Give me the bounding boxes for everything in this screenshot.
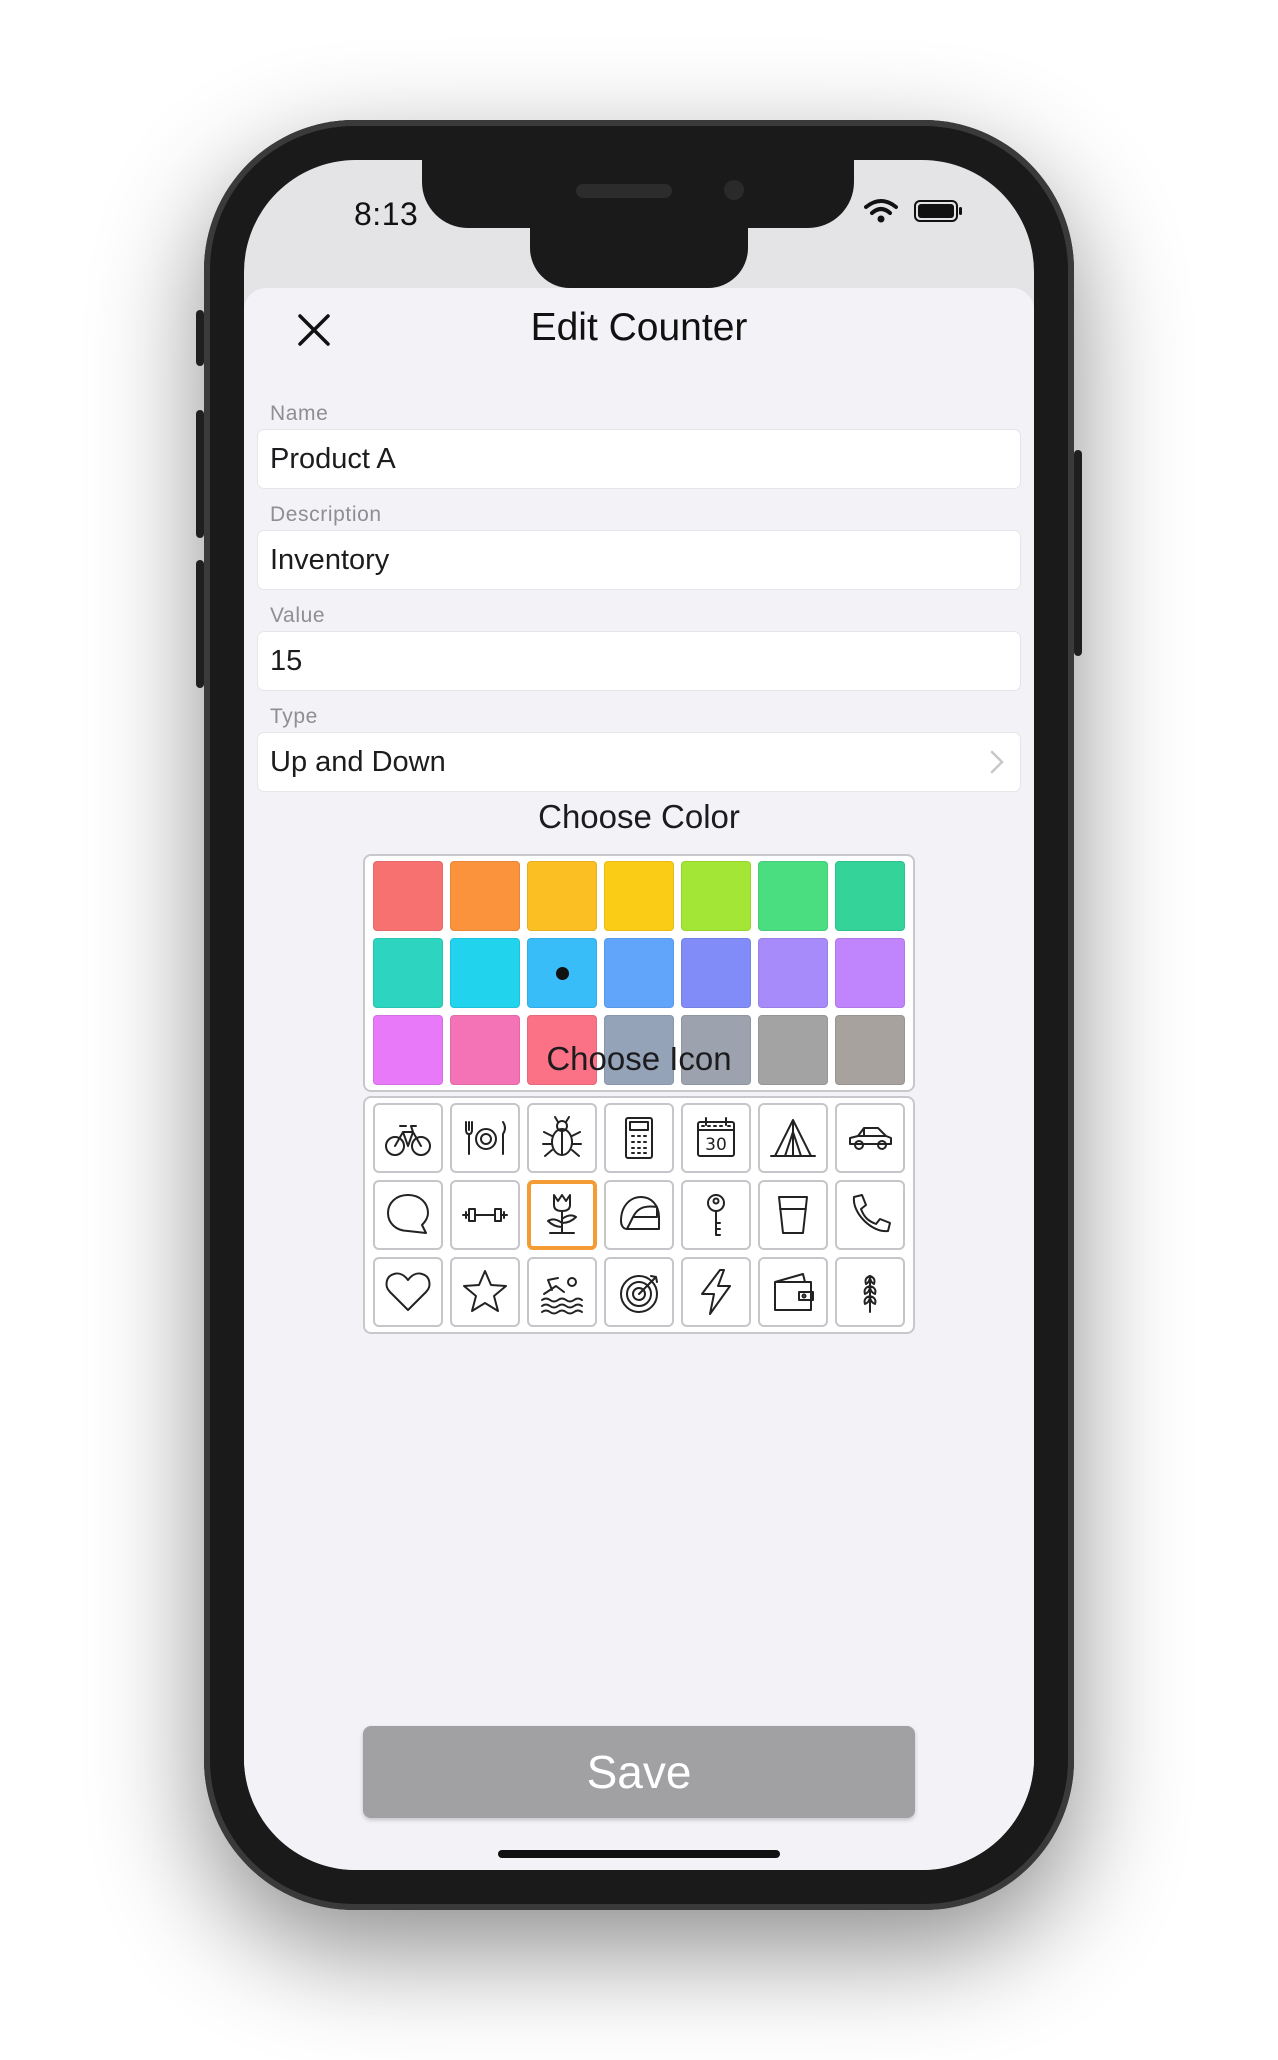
phone-option[interactable] (835, 1180, 905, 1250)
star-option[interactable] (450, 1257, 520, 1327)
color-swatch[interactable] (681, 861, 751, 931)
target-icon (620, 1275, 658, 1313)
car-icon (849, 1127, 892, 1150)
choose-color-title: Choose Color (538, 798, 740, 835)
calendar-option[interactable]: 30 (681, 1103, 751, 1173)
swimming-icon (541, 1277, 583, 1315)
wifi-icon (864, 199, 898, 223)
lightning-option[interactable] (681, 1257, 751, 1327)
color-swatch[interactable] (450, 938, 520, 1008)
color-swatch[interactable] (604, 938, 674, 1008)
car-option[interactable] (835, 1103, 905, 1173)
bug-option[interactable] (527, 1103, 597, 1173)
swimming-option[interactable] (527, 1257, 597, 1327)
color-swatch[interactable] (373, 861, 443, 931)
color-swatch[interactable] (527, 938, 597, 1008)
edit-counter-sheet: Edit Counter Name Product A Description … (244, 288, 1034, 1870)
name-label: Name (270, 402, 329, 425)
color-swatch[interactable] (835, 861, 905, 931)
sheet-title: Edit Counter (530, 306, 748, 349)
color-swatch[interactable] (758, 861, 828, 931)
lightning-icon (701, 1269, 731, 1315)
dining-option[interactable] (450, 1103, 520, 1173)
color-swatch[interactable] (450, 861, 520, 931)
icon-grid: 30 (363, 1096, 915, 1334)
phone-body: 8:13 Edit Counter Name Product A Descrip… (196, 120, 1082, 1910)
glass-icon (778, 1196, 808, 1234)
wallet-icon (774, 1273, 814, 1311)
calculator-option[interactable] (604, 1103, 674, 1173)
value-label: Value (270, 604, 326, 627)
notch-sensors (422, 160, 854, 228)
wheat-icon (863, 1275, 877, 1313)
wallet-option[interactable] (758, 1257, 828, 1327)
color-swatch[interactable] (681, 938, 751, 1008)
type-label: Type (270, 705, 318, 728)
heart-icon (385, 1272, 431, 1311)
svg-text:30: 30 (705, 1135, 727, 1155)
tent-icon (770, 1119, 816, 1157)
bicycle-icon (385, 1125, 431, 1156)
wheat-option[interactable] (835, 1257, 905, 1327)
heart-option[interactable] (373, 1257, 443, 1327)
target-option[interactable] (604, 1257, 674, 1327)
tent-option[interactable] (758, 1103, 828, 1173)
color-swatch[interactable] (604, 861, 674, 931)
key-option[interactable] (681, 1180, 751, 1250)
color-swatch[interactable] (758, 938, 828, 1008)
color-swatch[interactable] (835, 938, 905, 1008)
phone-icon (852, 1194, 891, 1233)
selected-color-dot (556, 967, 569, 980)
choose-icon-title: Choose Icon (546, 1040, 732, 1077)
dining-icon (465, 1121, 506, 1155)
side-button (1074, 450, 1082, 656)
flower-option[interactable] (527, 1180, 597, 1250)
description-field[interactable]: Inventory (258, 531, 1020, 589)
value-field[interactable]: 15 (258, 632, 1020, 690)
speaker-grille (576, 184, 672, 198)
chevron-right-icon (990, 750, 1004, 774)
key-icon (707, 1194, 725, 1236)
chat-bubble-icon (387, 1194, 429, 1234)
volume-down-button (196, 560, 204, 688)
name-field[interactable]: Product A (258, 430, 1020, 488)
star-icon (463, 1270, 507, 1312)
save-button[interactable]: Save (363, 1726, 915, 1818)
bug-icon (542, 1116, 582, 1157)
status-time: 8:13 (354, 196, 419, 232)
volume-up-button (196, 410, 204, 538)
type-selector[interactable]: Up and Down (258, 733, 1020, 791)
home-indicator (498, 1850, 780, 1858)
color-swatch[interactable] (373, 938, 443, 1008)
chat-bubble-option[interactable] (373, 1180, 443, 1250)
calculator-icon (625, 1117, 653, 1159)
calendar-icon: 30 (697, 1117, 735, 1157)
dumbbell-option[interactable] (450, 1180, 520, 1250)
front-camera (724, 180, 744, 200)
type-value: Up and Down (270, 745, 446, 778)
phone-screen: 8:13 Edit Counter Name Product A Descrip… (244, 160, 1034, 1870)
helmet-icon (620, 1196, 660, 1230)
battery-icon (914, 200, 962, 222)
description-label: Description (270, 503, 382, 526)
helmet-option[interactable] (604, 1180, 674, 1250)
glass-option[interactable] (758, 1180, 828, 1250)
flower-icon (547, 1194, 577, 1234)
device-frame-stage: 8:13 Edit Counter Name Product A Descrip… (0, 0, 1278, 2060)
bicycle-option[interactable] (373, 1103, 443, 1173)
color-swatch[interactable] (527, 861, 597, 931)
dumbbell-icon (462, 1208, 508, 1222)
mute-switch (196, 310, 204, 366)
